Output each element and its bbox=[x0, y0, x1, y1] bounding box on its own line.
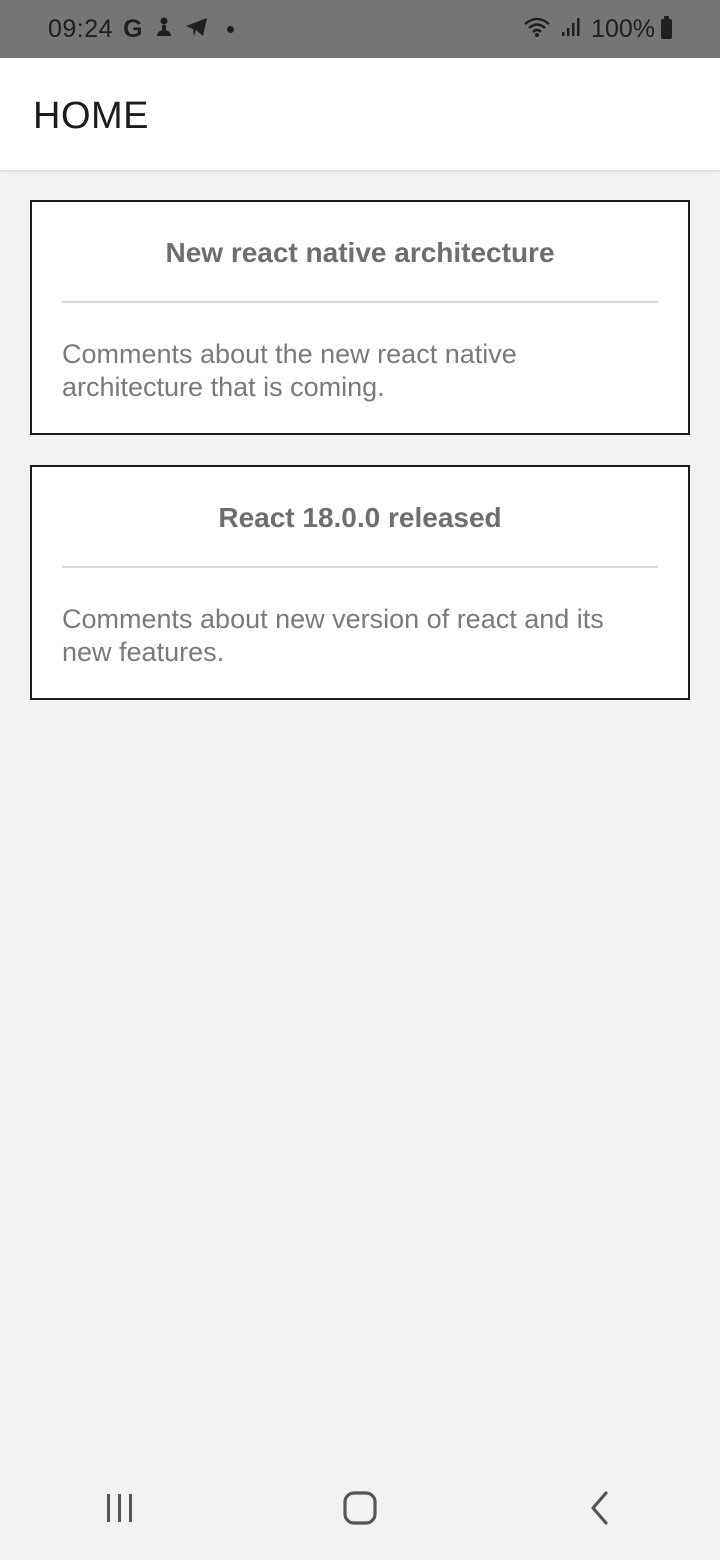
telegram-icon bbox=[185, 16, 209, 43]
screen: 09:24 G 100% HOME New react native archi… bbox=[0, 0, 720, 1560]
status-time: 09:24 bbox=[48, 14, 114, 43]
signal-icon bbox=[561, 17, 581, 42]
battery-percent: 100% bbox=[591, 14, 655, 43]
home-icon bbox=[342, 1490, 378, 1531]
back-icon bbox=[588, 1490, 612, 1531]
card-title: New react native architecture bbox=[62, 202, 658, 303]
home-button[interactable] bbox=[320, 1480, 400, 1540]
recent-apps-button[interactable] bbox=[80, 1480, 160, 1540]
page-title: HOME bbox=[33, 94, 149, 137]
post-card[interactable]: React 18.0.0 released Comments about new… bbox=[30, 465, 690, 700]
recent-apps-icon bbox=[104, 1492, 136, 1529]
app-header: HOME bbox=[0, 58, 720, 170]
card-list: New react native architecture Comments a… bbox=[30, 200, 690, 730]
notification-icon bbox=[153, 16, 175, 43]
status-right: 100% bbox=[523, 15, 672, 44]
card-title: React 18.0.0 released bbox=[62, 467, 658, 568]
card-body: Comments about the new react native arch… bbox=[62, 339, 517, 402]
post-card[interactable]: New react native architecture Comments a… bbox=[30, 200, 690, 435]
status-bar: 09:24 G 100% bbox=[0, 0, 720, 58]
card-body: Comments about new version of react and … bbox=[62, 604, 604, 667]
battery-icon bbox=[661, 16, 672, 39]
google-icon: G bbox=[123, 14, 143, 43]
back-button[interactable] bbox=[560, 1480, 640, 1540]
status-left: 09:24 G bbox=[48, 15, 234, 44]
wifi-icon bbox=[523, 16, 551, 43]
dot-icon bbox=[226, 25, 234, 33]
navigation-bar bbox=[0, 1460, 720, 1560]
